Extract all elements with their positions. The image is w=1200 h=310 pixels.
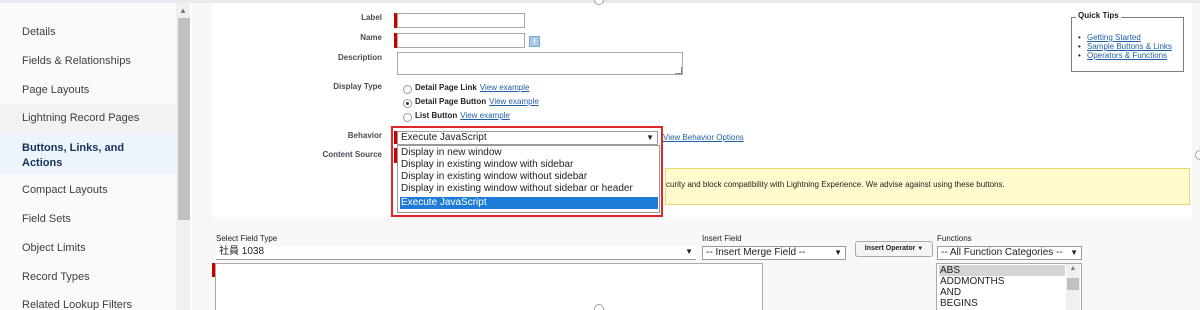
insert-field-label: Insert Field: [702, 234, 742, 243]
sidebar-item-field-sets[interactable]: Field Sets: [22, 213, 172, 225]
radio-detail-page-button[interactable]: [403, 99, 412, 108]
view-behavior-options-link[interactable]: View Behavior Options: [663, 133, 744, 142]
highlight-frame: [391, 126, 663, 217]
field-type-value: 社員 1038: [219, 246, 265, 257]
functions-scrollbar-thumb[interactable]: [1067, 278, 1079, 290]
scroll-up-arrow-icon[interactable]: ▲: [1066, 265, 1080, 272]
behavior-label: Behavior: [347, 131, 382, 140]
sidebar-item-details[interactable]: Details: [22, 26, 172, 38]
function-categories-select[interactable]: -- All Function Categories -- ▼: [937, 246, 1082, 260]
name-input[interactable]: [397, 33, 525, 48]
info-icon[interactable]: i: [529, 36, 540, 47]
radio-label-detail-page-button: Detail Page Button View example: [415, 97, 539, 106]
insert-merge-field-select[interactable]: -- Insert Merge Field -- ▼: [702, 246, 846, 260]
resize-handle[interactable]: [1195, 150, 1200, 160]
radio-text: Detail Page Button: [415, 97, 487, 106]
description-textarea[interactable]: [397, 52, 683, 75]
function-categories-value: -- All Function Categories --: [941, 247, 1063, 258]
resize-grip-icon[interactable]: [675, 67, 682, 74]
chevron-down-icon: ▼: [917, 246, 924, 252]
resize-handle[interactable]: [594, 304, 604, 310]
field-type-select[interactable]: 社員 1038 ▼: [216, 246, 696, 260]
function-item[interactable]: ABS: [939, 265, 1065, 276]
warning-message: curity and block compatibility with Ligh…: [665, 168, 1190, 205]
function-item[interactable]: BEGINS: [939, 298, 1065, 309]
insert-operator-button[interactable]: Insert Operator ▼: [855, 241, 933, 257]
view-example-link[interactable]: View example: [480, 83, 530, 92]
warning-text: curity and block compatibility with Ligh…: [666, 180, 1005, 189]
sidebar-scrollbar-thumb[interactable]: [178, 18, 190, 220]
quick-tip-link[interactable]: Operators & Functions: [1078, 52, 1186, 61]
quick-tip-link[interactable]: Getting Started: [1078, 34, 1186, 43]
function-item[interactable]: AND: [939, 287, 1065, 298]
quick-tips-list: Getting Started Sample Buttons & Links O…: [1078, 34, 1186, 61]
name-field-label: Name: [360, 33, 382, 42]
sidebar-item-compact-layouts[interactable]: Compact Layouts: [22, 184, 172, 196]
sidebar-item-lightning-record-pages[interactable]: Lightning Record Pages: [22, 112, 172, 124]
sidebar-item-page-layouts[interactable]: Page Layouts: [22, 84, 172, 96]
chevron-down-icon: ▼: [834, 248, 842, 257]
formula-textarea[interactable]: [215, 263, 763, 310]
display-type-label: Display Type: [333, 82, 382, 91]
scroll-up-arrow-icon[interactable]: ▲: [178, 6, 188, 15]
radio-detail-page-link[interactable]: [403, 85, 412, 94]
quick-tip-link[interactable]: Sample Buttons & Links: [1078, 43, 1186, 52]
insert-merge-field-value: -- Insert Merge Field --: [706, 247, 806, 258]
view-example-link[interactable]: View example: [460, 111, 510, 120]
radio-label-detail-page-link: Detail Page Link View example: [415, 83, 529, 92]
label-field-label: Label: [361, 13, 382, 22]
radio-label-list-button: List Button View example: [415, 111, 510, 120]
select-field-type-label: Select Field Type: [216, 234, 278, 243]
view-example-link[interactable]: View example: [489, 97, 539, 106]
insert-operator-text: Insert Operator: [864, 245, 916, 252]
label-input[interactable]: [397, 13, 525, 28]
sidebar-item-related-lookup-filters[interactable]: Related Lookup Filters: [22, 299, 172, 310]
chevron-down-icon: ▼: [685, 247, 693, 256]
description-field-label: Description: [337, 53, 382, 62]
functions-label: Functions: [937, 234, 972, 243]
function-item[interactable]: ADDMONTHS: [939, 276, 1065, 287]
sidebar-item-record-types[interactable]: Record Types: [22, 271, 172, 283]
quick-tips-title: Quick Tips: [1076, 11, 1121, 20]
sidebar-item-buttons-links-actions[interactable]: Buttons, Links, and Actions: [22, 141, 132, 171]
sidebar-item-object-limits[interactable]: Object Limits: [22, 242, 172, 254]
sidebar-item-fields-relationships[interactable]: Fields & Relationships: [22, 55, 172, 67]
radio-text: Detail Page Link: [415, 83, 477, 92]
content-source-label: Content Source: [322, 150, 382, 159]
functions-list[interactable]: ABS ADDMONTHS AND BEGINS: [936, 263, 1082, 310]
radio-text: List Button: [415, 111, 458, 120]
radio-list-button[interactable]: [403, 113, 412, 122]
chevron-down-icon: ▼: [1070, 248, 1078, 257]
